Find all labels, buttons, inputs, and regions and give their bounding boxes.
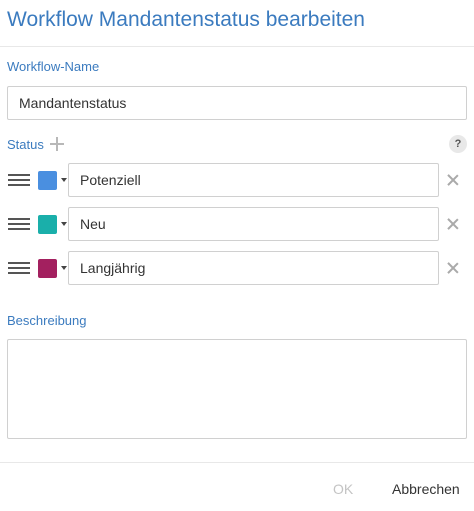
description-label: Beschreibung <box>7 313 87 328</box>
color-swatch[interactable] <box>38 259 57 278</box>
caret-down-icon[interactable] <box>61 222 67 226</box>
description-textarea[interactable] <box>7 339 467 439</box>
color-swatch[interactable] <box>38 215 57 234</box>
workflow-name-input[interactable]: Mandantenstatus <box>7 86 467 120</box>
workflow-name-label: Workflow-Name <box>7 59 100 74</box>
status-row: Potenziell <box>0 163 474 197</box>
status-row: Neu <box>0 207 474 241</box>
drag-handle-icon[interactable] <box>8 262 30 274</box>
drag-handle-icon[interactable] <box>8 174 30 186</box>
status-name-input[interactable]: Langjährig <box>68 251 439 285</box>
footer-divider <box>0 462 474 463</box>
caret-down-icon[interactable] <box>61 266 67 270</box>
caret-down-icon[interactable] <box>61 178 67 182</box>
status-label: Status <box>7 137 44 152</box>
color-swatch[interactable] <box>38 171 57 190</box>
dialog-title: Workflow Mandantenstatus bearbeiten <box>7 8 365 31</box>
ok-button[interactable]: OK <box>333 476 353 502</box>
remove-status-icon[interactable] <box>446 217 460 231</box>
remove-status-icon[interactable] <box>446 173 460 187</box>
help-icon[interactable]: ? <box>449 135 467 153</box>
header-divider <box>0 46 474 47</box>
add-status-plus-icon[interactable] <box>50 137 64 151</box>
drag-handle-icon[interactable] <box>8 218 30 230</box>
status-name-input[interactable]: Neu <box>68 207 439 241</box>
status-name-input[interactable]: Potenziell <box>68 163 439 197</box>
cancel-button[interactable]: Abbrechen <box>392 476 460 502</box>
status-row: Langjährig <box>0 251 474 285</box>
remove-status-icon[interactable] <box>446 261 460 275</box>
